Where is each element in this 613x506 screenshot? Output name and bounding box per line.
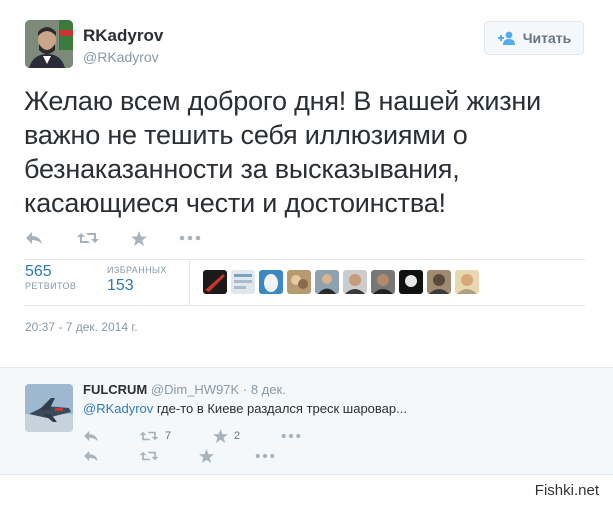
reply-body: где-то в Киеве раздался треск шаровар... <box>153 401 407 416</box>
avatar[interactable] <box>203 270 227 294</box>
reply-author-avatar[interactable] <box>25 384 73 432</box>
avatar[interactable] <box>399 270 423 294</box>
reply-separator: · <box>242 382 248 397</box>
author-name[interactable]: RKadyrov <box>83 26 163 46</box>
stats-divider-top <box>24 259 585 260</box>
favoriters-avatars <box>203 270 479 294</box>
main-tweet: RKadyrov @RKadyrov Читать Желаю всем доб… <box>0 0 613 367</box>
stats-divider-bottom <box>24 305 585 306</box>
favorite-icon[interactable]: 2 <box>213 429 281 443</box>
retweet-icon[interactable] <box>139 450 199 462</box>
reply-header: FULCRUM @Dim_HW97K · 8 дек. <box>83 382 286 397</box>
more-icon[interactable] <box>179 235 209 241</box>
retweet-icon[interactable]: 7 <box>139 430 213 442</box>
retweets-label: РЕТВИТОВ <box>25 281 77 291</box>
reply-actions-row: 7 2 <box>83 428 305 444</box>
reply-author-handle[interactable]: @Dim_HW97K <box>151 382 239 397</box>
retweets-stat[interactable]: 565 РЕТВИТОВ <box>25 263 76 291</box>
avatar[interactable] <box>343 270 367 294</box>
favorites-label: ИЗБРАННЫХ <box>107 265 167 275</box>
reply-icon[interactable] <box>83 450 139 462</box>
stats-vertical-divider <box>189 260 190 305</box>
avatar[interactable] <box>455 270 479 294</box>
favorite-icon[interactable] <box>131 230 179 246</box>
avatar[interactable] <box>231 270 255 294</box>
avatar[interactable] <box>371 270 395 294</box>
avatar[interactable] <box>287 270 311 294</box>
reply-mention-link[interactable]: @RKadyrov <box>83 401 153 416</box>
reply-icon[interactable] <box>25 231 77 245</box>
more-icon[interactable] <box>281 433 305 439</box>
avatar[interactable] <box>259 270 283 294</box>
retweet-icon[interactable] <box>77 231 131 245</box>
author-handle[interactable]: @RKadyrov <box>83 49 159 65</box>
avatar[interactable] <box>315 270 339 294</box>
author-avatar[interactable] <box>25 20 73 68</box>
follow-button[interactable]: Читать <box>484 21 584 55</box>
favorites-stat[interactable]: ИЗБРАННЫХ 153 <box>107 265 167 295</box>
tweet-text: Желаю всем доброго дня! В нашей жизни ва… <box>24 86 542 218</box>
watermark: Fishki.net <box>534 482 599 499</box>
favorite-icon[interactable] <box>199 449 255 463</box>
tweet-timestamp[interactable]: 20:37 - 7 дек. 2014 г. <box>25 320 138 334</box>
tweet-actions <box>25 228 209 248</box>
follow-label: Читать <box>522 30 572 46</box>
more-icon[interactable] <box>255 453 279 459</box>
retweets-count: 565 <box>25 263 52 280</box>
reply-text: @RKadyrov где-то в Киеве раздался треск … <box>83 401 407 416</box>
bottom-divider <box>0 474 613 475</box>
reply-retweet-count: 7 <box>165 430 172 442</box>
favorites-count: 153 <box>107 277 134 294</box>
reply-author-name[interactable]: FULCRUM <box>83 382 147 397</box>
reply-icon[interactable] <box>83 430 139 442</box>
follow-person-icon <box>497 31 517 45</box>
reply-actions-row-duplicate <box>83 448 279 464</box>
reply-tweet[interactable]: FULCRUM @Dim_HW97K · 8 дек. @RKadyrov гд… <box>0 367 613 474</box>
reply-favorite-count: 2 <box>234 430 241 442</box>
avatar[interactable] <box>427 270 451 294</box>
reply-date[interactable]: 8 дек. <box>251 382 286 397</box>
